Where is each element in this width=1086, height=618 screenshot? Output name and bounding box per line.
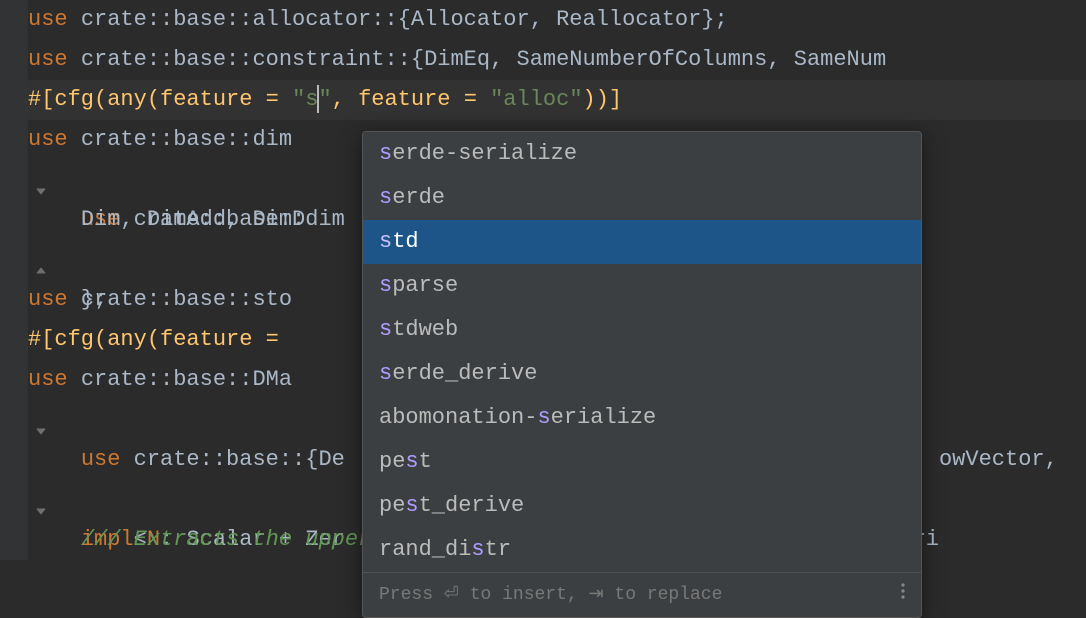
kebab-menu-icon[interactable] — [901, 581, 905, 609]
autocomplete-item[interactable]: std — [363, 220, 921, 264]
autocomplete-item[interactable]: sparse — [363, 264, 921, 308]
autocomplete-item[interactable]: pest_derive — [363, 484, 921, 528]
keyword-use: use — [28, 47, 81, 72]
autocomplete-list: serde-serializeserdestdsparsestdwebserde… — [363, 132, 921, 572]
cfg-attribute: # — [28, 87, 41, 112]
autocomplete-hint: Press ⏎ to insert, ⇥ to replace — [379, 585, 722, 605]
fold-open-icon[interactable] — [34, 173, 48, 187]
fold-open-icon[interactable] — [34, 413, 48, 427]
autocomplete-popup[interactable]: serde-serializeserdestdsparsestdwebserde… — [362, 131, 922, 618]
autocomplete-item[interactable]: stdweb — [363, 308, 921, 352]
fold-open-icon[interactable] — [34, 493, 48, 507]
autocomplete-item[interactable]: serde_derive — [363, 352, 921, 396]
autocomplete-footer: Press ⏎ to insert, ⇥ to replace — [363, 572, 921, 617]
autocomplete-item[interactable]: serde-serialize — [363, 132, 921, 176]
code-line[interactable]: use crate::base::allocator::{Allocator, … — [28, 0, 1086, 40]
keyword-use: use — [28, 7, 81, 32]
autocomplete-item[interactable]: serde — [363, 176, 921, 220]
code-line[interactable]: use crate::base::constraint::{DimEq, Sam… — [28, 40, 1086, 80]
autocomplete-item[interactable]: pest — [363, 440, 921, 484]
gutter — [0, 0, 28, 560]
autocomplete-item[interactable]: rand_distr — [363, 528, 921, 572]
fold-close-icon[interactable] — [34, 253, 48, 267]
code-line-active[interactable]: #[cfg(any(feature = "s", feature = "allo… — [28, 80, 1086, 120]
module-path: crate::base::allocator:: — [81, 7, 398, 32]
autocomplete-item[interactable]: abomonation-serialize — [363, 396, 921, 440]
